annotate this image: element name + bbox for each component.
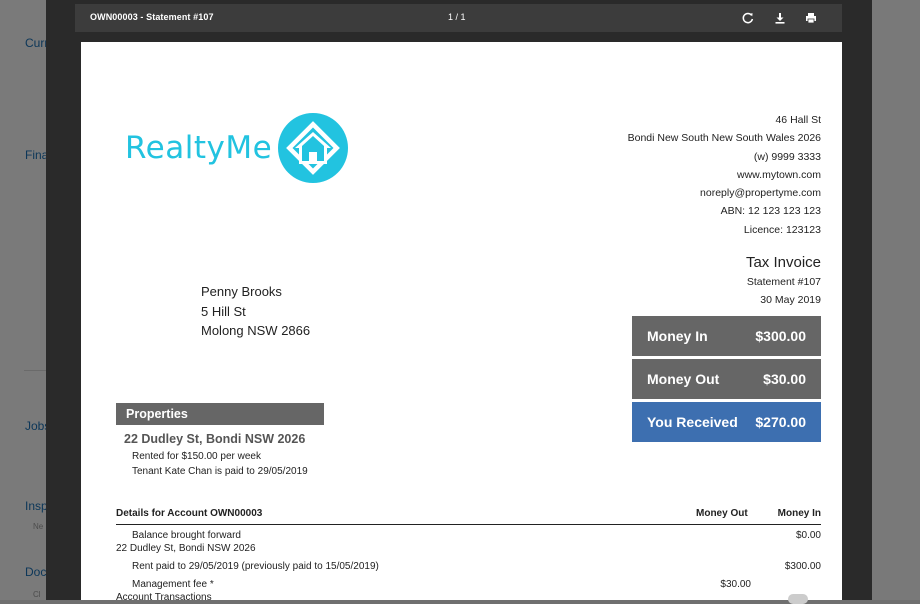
recipient-address: Penny Brooks 5 Hill St Molong NSW 2866 — [201, 282, 310, 341]
agency-line: www.mytown.com — [736, 168, 821, 181]
summary-value: $30.00 — [763, 371, 806, 387]
statement-number: Statement #107 — [746, 276, 821, 288]
summary-value: $270.00 — [755, 414, 806, 430]
col-money-out: Money Out — [696, 508, 748, 519]
you-received-box: You Received $270.00 — [632, 402, 821, 442]
recipient-city: Molong NSW 2866 — [201, 323, 311, 339]
company-logo: RealtyMe — [125, 110, 355, 186]
properties-heading: Properties — [116, 403, 324, 425]
invoice-title: Tax Invoice — [745, 254, 821, 271]
page-indicator: 1 / 1 — [448, 12, 466, 22]
properties-heading-label: Properties — [126, 407, 188, 421]
summary-label: You Received — [647, 414, 738, 430]
money-out-box: Money Out $30.00 — [632, 359, 821, 399]
pdf-viewer: OWN00003 - Statement #107 1 / 1 RealtyMe — [46, 0, 872, 600]
row-description: Balance brought forward — [132, 530, 241, 541]
document-title: OWN00003 - Statement #107 — [90, 12, 214, 22]
recipient-name: Penny Brooks — [201, 284, 282, 299]
statement-date: 30 May 2019 — [760, 294, 821, 306]
property-tenant: Tenant Kate Chan is paid to 29/05/2019 — [132, 466, 308, 477]
property-address: 22 Dudley St, Bondi NSW 2026 — [124, 432, 306, 446]
scroll-indicator[interactable] — [788, 594, 808, 604]
row-description: Management fee * — [132, 579, 214, 590]
row-money-in: $300.00 — [784, 561, 821, 572]
house-icon — [278, 113, 348, 183]
agency-line: Bondi New South New South Wales 2026 — [627, 132, 821, 145]
summary-label: Money Out — [647, 371, 720, 387]
logo-text: RealtyMe — [125, 130, 273, 166]
print-icon[interactable] — [803, 10, 819, 26]
rotate-icon[interactable] — [740, 10, 756, 26]
row-money-out: $30.00 — [720, 579, 751, 590]
row-subdescription: 22 Dudley St, Bondi NSW 2026 — [116, 543, 256, 554]
summary-value: $300.00 — [755, 328, 806, 344]
agency-line: Licence: 123123 — [743, 223, 821, 236]
row-money-in: $0.00 — [795, 530, 821, 541]
download-icon[interactable] — [772, 10, 788, 26]
row-subdescription: Account Transactions — [116, 592, 212, 600]
viewer-toolbar: OWN00003 - Statement #107 1 / 1 — [75, 4, 842, 32]
summary-label: Money In — [647, 328, 708, 344]
property-rent: Rented for $150.00 per week — [132, 451, 261, 462]
details-title: Details for Account OWN00003 — [116, 508, 263, 519]
col-money-in: Money In — [777, 508, 821, 519]
agency-line: (w) 9999 3333 — [753, 150, 821, 163]
agency-details: 46 Hall St Bondi New South New South Wal… — [628, 111, 821, 239]
agency-line: 46 Hall St — [775, 114, 821, 126]
agency-line: ABN: 12 123 123 123 — [720, 205, 821, 218]
money-in-box: Money In $300.00 — [632, 316, 821, 356]
statement-page: RealtyMe 46 Hall St Bondi New South New … — [81, 42, 842, 600]
recipient-street: 5 Hill St — [201, 303, 246, 319]
row-description: Rent paid to 29/05/2019 (previously paid… — [132, 561, 379, 572]
details-header: Details for Account OWN00003 Money Out M… — [116, 508, 821, 525]
agency-line: noreply@propertyme.com — [700, 187, 821, 200]
